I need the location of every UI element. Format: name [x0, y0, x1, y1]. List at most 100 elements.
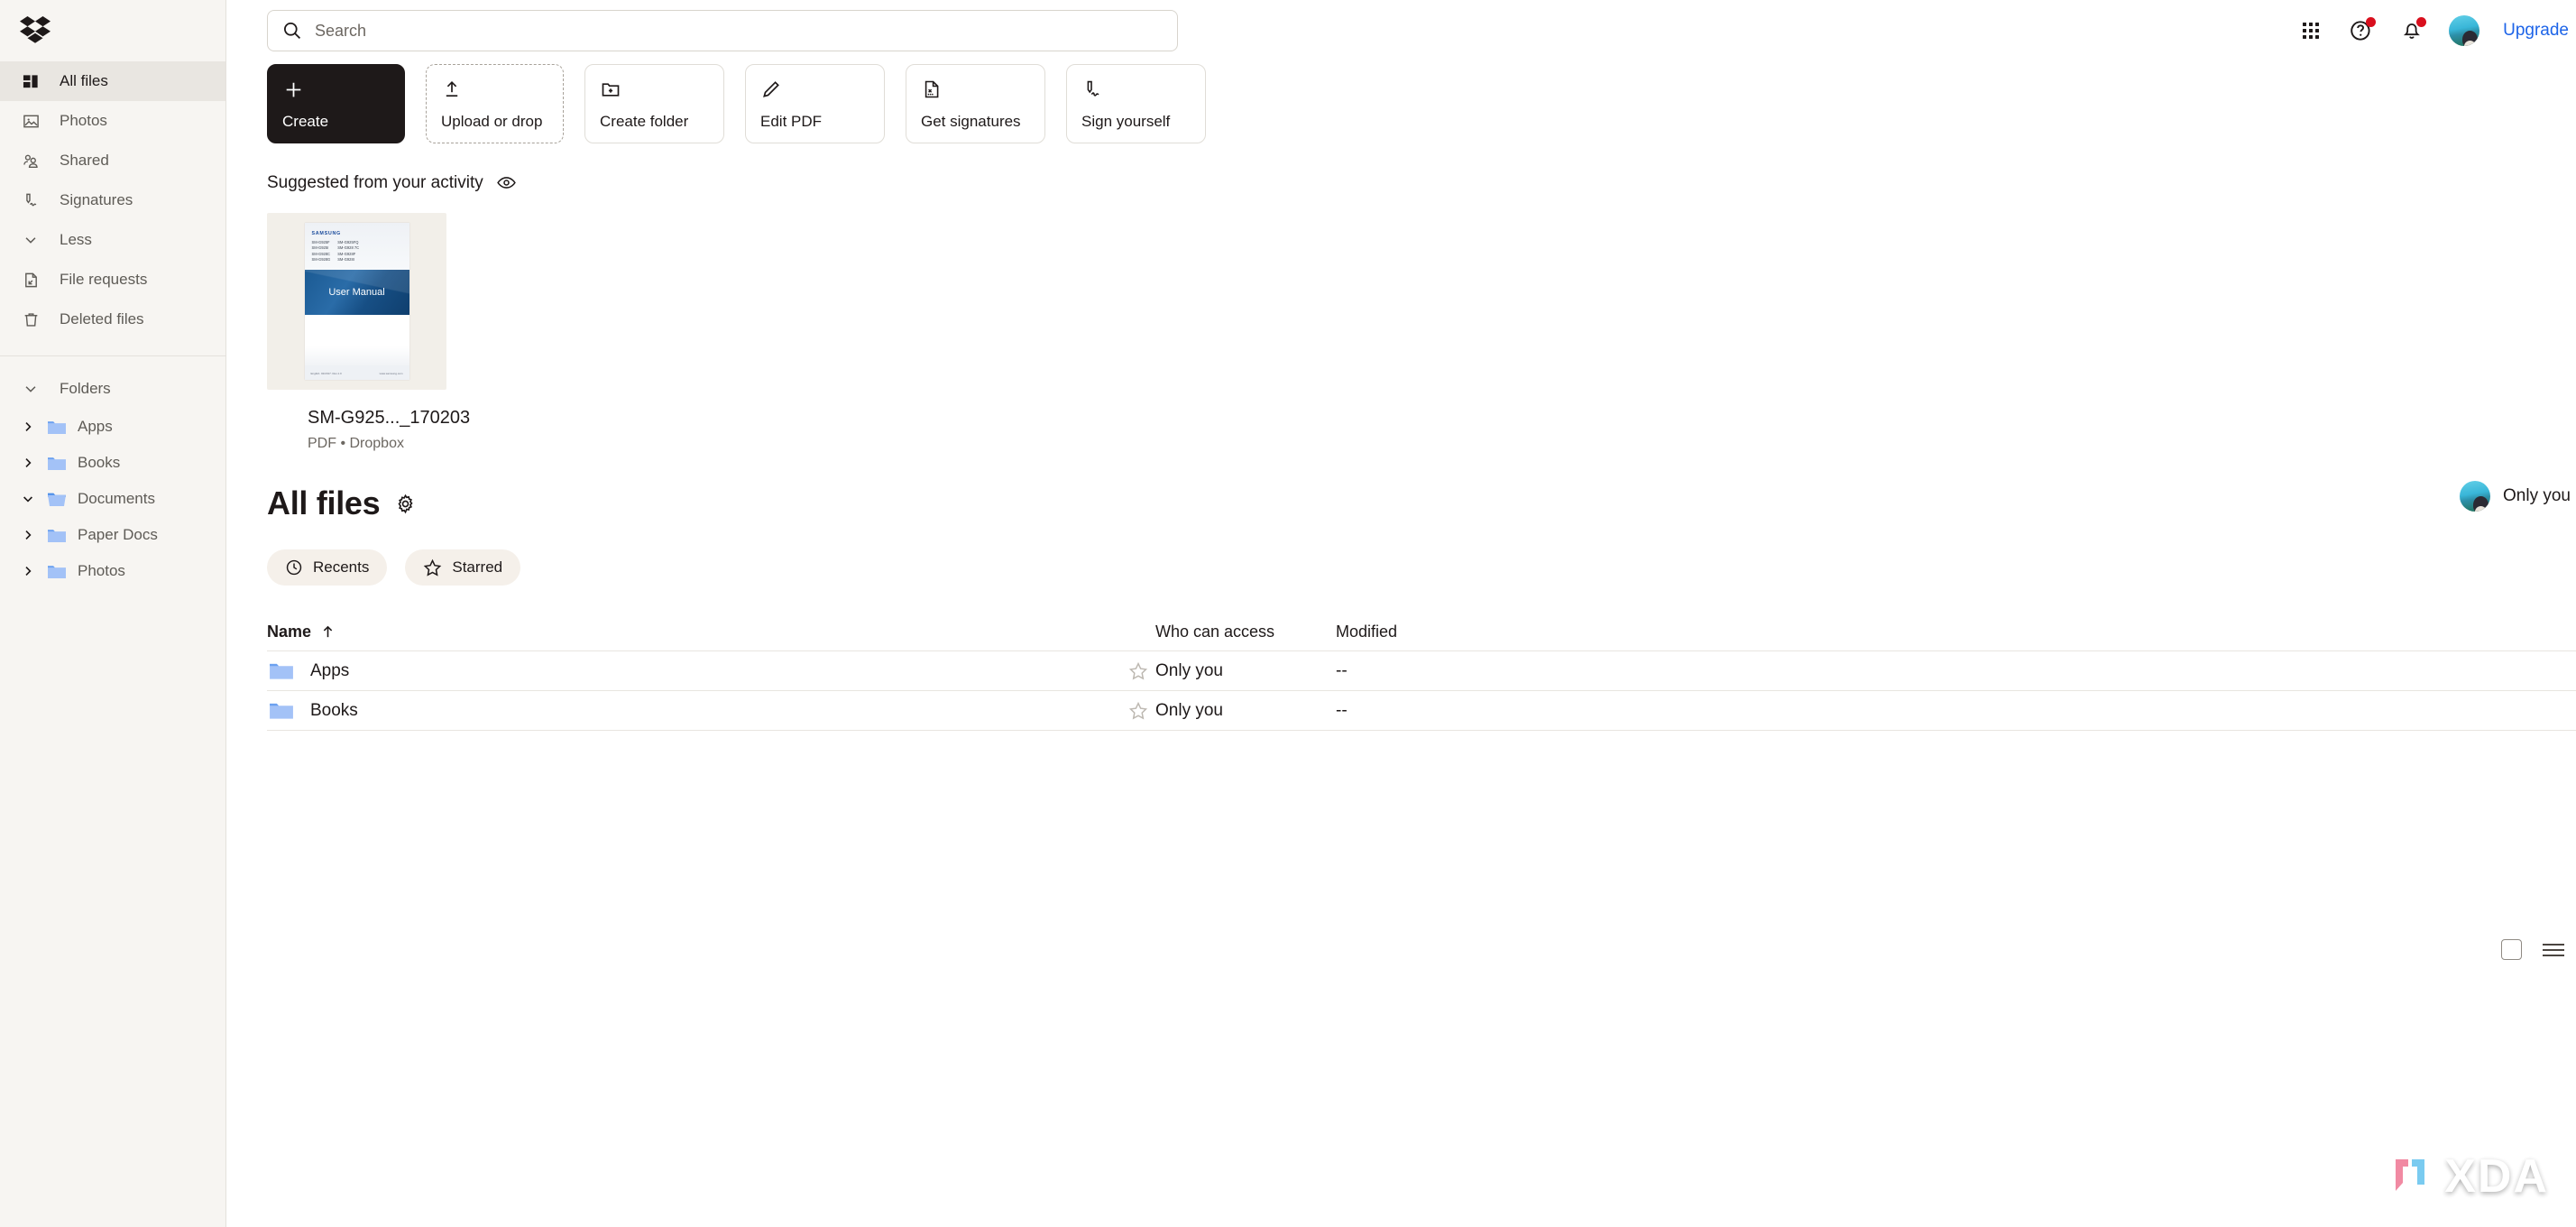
- chip-label: Starred: [452, 558, 503, 576]
- folder-label: Documents: [78, 490, 155, 507]
- star-outline-icon[interactable]: [1128, 701, 1155, 721]
- pen-sign-icon: [1081, 78, 1191, 101]
- help-circle-icon[interactable]: [2348, 17, 2377, 44]
- upload-arrow-icon: [441, 78, 548, 101]
- sidebar-item-photos[interactable]: Photos: [0, 101, 225, 141]
- suggested-card[interactable]: SAMSUNG SM-G925F SM-G925I SM-G928C SM-G9…: [226, 193, 2576, 452]
- suggested-file-name[interactable]: SM-G925..._170203: [267, 390, 2576, 429]
- preview-footer: English. 02/2017. Rev.1.0 www.samsung.co…: [304, 365, 409, 380]
- dropbox-logo[interactable]: [0, 0, 225, 61]
- model-number: SM-G928 7C: [337, 245, 360, 251]
- search-icon: [282, 21, 302, 41]
- sign-yourself-button[interactable]: Sign yourself: [1066, 64, 1206, 143]
- suggested-file-meta: PDF • Dropbox: [308, 436, 404, 451]
- photos-icon: [22, 112, 40, 130]
- create-folder-button[interactable]: Create folder: [584, 64, 724, 143]
- get-signatures-label: Get signatures: [921, 113, 1021, 130]
- avatar[interactable]: [2449, 15, 2480, 46]
- sidebar-item-file-requests[interactable]: File requests: [0, 260, 225, 300]
- chevron-down-icon: [22, 381, 40, 397]
- sidebar: All files Photos Shared Signatures Less …: [0, 0, 226, 1227]
- sidebar-folder-photos[interactable]: Photos: [0, 553, 225, 589]
- chevron-right-icon[interactable]: [18, 456, 38, 470]
- suggested-heading: Suggested from your activity: [226, 143, 2576, 193]
- notification-bell-icon[interactable]: [2398, 17, 2427, 44]
- column-header-name[interactable]: Name: [267, 623, 1155, 641]
- model-number: SM-G928G: [311, 257, 331, 263]
- gear-icon[interactable]: [394, 493, 417, 515]
- row-name-cell[interactable]: Apps: [267, 660, 1128, 682]
- pdf-preview-page: SAMSUNG SM-G925F SM-G925I SM-G928C SM-G9…: [304, 223, 409, 380]
- model-number: SM-G925I: [311, 245, 329, 251]
- row-modified-cell: --: [1336, 660, 1348, 680]
- upload-button-label: Upload or drop: [441, 113, 543, 130]
- preview-header: SAMSUNG SM-G925F SM-G925I SM-G928C SM-G9…: [304, 223, 409, 270]
- sort-asc-arrow-icon: [320, 624, 336, 640]
- sidebar-item-shared[interactable]: Shared: [0, 141, 225, 180]
- file-thumbnail[interactable]: SAMSUNG SM-G925F SM-G925I SM-G928C SM-G9…: [267, 213, 446, 390]
- chip-starred[interactable]: Starred: [405, 549, 521, 586]
- row-name-cell[interactable]: Books: [267, 700, 1128, 722]
- column-name-label: Name: [267, 622, 312, 641]
- chevron-right-icon[interactable]: [18, 564, 38, 578]
- file-request-icon: [22, 271, 40, 289]
- sidebar-item-less[interactable]: Less: [0, 220, 225, 260]
- eye-icon[interactable]: [496, 172, 517, 193]
- checkbox-icon[interactable]: [2501, 939, 2522, 960]
- notification-badge-dot: [2416, 17, 2427, 27]
- avatar[interactable]: [2460, 481, 2491, 512]
- sidebar-folder-paper-docs[interactable]: Paper Docs: [0, 517, 225, 553]
- model-column-left: SM-G925F SM-G925I SM-G928C SM-G928G: [312, 240, 331, 263]
- column-header-modified[interactable]: Modified: [1336, 623, 1516, 641]
- sidebar-item-label: All files: [60, 72, 108, 89]
- file-table: Name Who can access Modified Apps Only y…: [226, 586, 2576, 731]
- edit-pdf-button[interactable]: Edit PDF: [745, 64, 885, 143]
- table-row[interactable]: Books Only you --: [267, 690, 2576, 730]
- samsung-brand-label: SAMSUNG: [311, 231, 341, 236]
- sidebar-item-label: File requests: [60, 271, 148, 288]
- action-buttons-row: Create Upload or drop Create folder Edit…: [226, 61, 2576, 143]
- get-signatures-button[interactable]: Get signatures: [906, 64, 1045, 143]
- create-button[interactable]: Create: [267, 64, 405, 143]
- upgrade-link[interactable]: Upgrade: [2503, 21, 2569, 41]
- create-button-label: Create: [282, 113, 329, 130]
- search-bar[interactable]: [267, 10, 1178, 51]
- sidebar-folder-documents[interactable]: Documents: [0, 481, 225, 517]
- dropbox-app: All files Photos Shared Signatures Less …: [0, 0, 2576, 1227]
- document-signature-icon: [921, 78, 1030, 101]
- sidebar-item-signatures[interactable]: Signatures: [0, 180, 225, 220]
- view-controls: [2501, 939, 2565, 960]
- access-summary-label: Only you: [2503, 486, 2571, 505]
- top-bar-right: Upgrade: [2297, 0, 2576, 61]
- sidebar-item-all-files[interactable]: All files: [0, 61, 225, 101]
- chevron-right-icon[interactable]: [18, 420, 38, 434]
- plus-icon: [282, 78, 390, 101]
- sidebar-item-label: Signatures: [60, 191, 133, 208]
- list-view-icon[interactable]: [2542, 941, 2565, 959]
- sign-yourself-label: Sign yourself: [1081, 113, 1171, 130]
- xda-watermark: XDA: [2383, 1149, 2549, 1204]
- sidebar-folder-books[interactable]: Books: [0, 445, 225, 481]
- sidebar-item-label: Photos: [60, 112, 107, 129]
- column-header-access[interactable]: Who can access: [1155, 623, 1336, 641]
- star-outline-icon[interactable]: [1128, 661, 1155, 681]
- upload-or-drop-button[interactable]: Upload or drop: [426, 64, 564, 143]
- chip-recents[interactable]: Recents: [267, 549, 388, 586]
- access-summary: Only you: [2460, 481, 2576, 512]
- row-name-label: Books: [310, 700, 358, 720]
- sidebar-folders-header[interactable]: Folders: [0, 369, 225, 409]
- page-title: All files: [267, 484, 381, 521]
- table-row[interactable]: Apps Only you --: [267, 650, 2576, 690]
- chevron-right-icon[interactable]: [18, 528, 38, 542]
- filter-chips: Recents Starred: [226, 522, 2576, 586]
- folder-icon: [47, 527, 69, 544]
- sidebar-item-deleted-files[interactable]: Deleted files: [0, 300, 225, 339]
- apps-grid-icon[interactable]: [2297, 17, 2324, 44]
- folder-icon: [269, 660, 294, 682]
- search-input[interactable]: [315, 21, 1163, 41]
- row-name-label: Apps: [310, 660, 350, 680]
- sidebar-folder-apps[interactable]: Apps: [0, 409, 225, 445]
- folder-label: Photos: [78, 562, 125, 579]
- chevron-down-icon[interactable]: [18, 492, 38, 506]
- preview-title: User Manual: [328, 287, 385, 298]
